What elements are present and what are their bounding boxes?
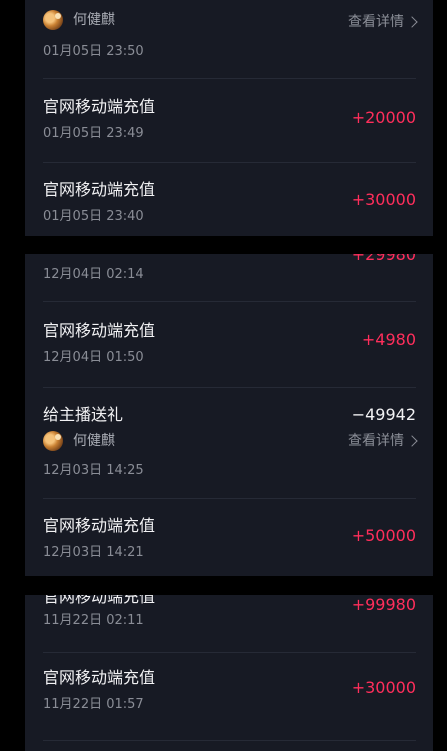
recipient-user[interactable]: 何健麒	[43, 10, 115, 30]
chevron-right-icon	[406, 16, 418, 28]
transaction-title: 给主播送礼	[43, 405, 124, 424]
transaction-amount: +20000	[351, 108, 416, 127]
transaction-amount: +4980	[361, 330, 416, 349]
transaction-amount: +30000	[351, 678, 416, 697]
transaction-date: 11月22日 02:11	[43, 613, 144, 628]
transaction-row[interactable]: 官网移动端充值 +20000 01月05日 23:49	[43, 79, 416, 163]
transaction-panel-2: +29980 12月04日 02:14 官网移动端充值 +4980 12月04日…	[25, 254, 433, 576]
transaction-amount: +29980	[352, 254, 416, 263]
transaction-title: 官网移动端充值	[43, 595, 156, 605]
view-details-label: 查看详情	[348, 14, 404, 30]
divider	[43, 740, 416, 741]
transaction-date: 11月22日 01:57	[43, 697, 144, 712]
recipient-user[interactable]: 何健麒	[43, 431, 115, 451]
transaction-row[interactable]: 官网移动端充值 +30000 11月22日 01:57	[43, 653, 416, 738]
transaction-panel-3: 官网移动端充值 +99980 11月22日 02:11 官网移动端充值 +300…	[25, 595, 433, 751]
gift-record[interactable]: 给主播送礼 −49942 何健麒 查看详情 12月03日 14:25	[43, 388, 418, 498]
transaction-amount: +30000	[351, 190, 416, 209]
transaction-row[interactable]: 官网移动端充值 +4980 12月04日 01:50	[43, 302, 416, 387]
transaction-date: 01月05日 23:50	[43, 44, 144, 59]
recipient-name: 何健麒	[73, 12, 115, 28]
transaction-amount: −49942	[351, 405, 416, 424]
avatar	[43, 10, 63, 30]
transaction-panel-1: 何健麒 查看详情 01月05日 23:50 官网移动端充值 +20000 01月…	[25, 0, 433, 236]
avatar	[43, 431, 63, 451]
chevron-right-icon	[406, 435, 418, 447]
transaction-title: 官网移动端充值	[43, 180, 156, 199]
transaction-date: 12月03日 14:25	[43, 463, 144, 478]
transaction-date: 12月04日 02:14	[43, 267, 144, 282]
gift-record-partial[interactable]: 何健麒 查看详情 01月05日 23:50	[43, 0, 418, 76]
transaction-row-partial[interactable]: 官网移动端充值 +99980 11月22日 02:11	[43, 595, 416, 651]
transaction-title: 官网移动端充值	[43, 668, 156, 687]
transaction-date: 01月05日 23:49	[43, 126, 144, 141]
recipient-name: 何健麒	[73, 433, 115, 449]
view-details-link[interactable]: 查看详情	[348, 12, 418, 32]
clipped-title-wrap: 官网移动端充值	[43, 595, 243, 605]
transaction-row-partial[interactable]: +29980 12月04日 02:14	[43, 254, 416, 300]
transaction-title: 官网移动端充值	[43, 516, 156, 535]
transaction-title: 官网移动端充值	[43, 97, 156, 116]
transaction-date: 12月04日 01:50	[43, 350, 144, 365]
clipped-amount-wrap: +29980	[296, 254, 416, 263]
view-details-link[interactable]: 查看详情	[348, 431, 418, 451]
transaction-amount: +99980	[351, 595, 416, 614]
transaction-amount: +50000	[351, 526, 416, 545]
transaction-row[interactable]: 官网移动端充值 +50000 12月03日 14:21	[43, 499, 416, 576]
transaction-date: 12月03日 14:21	[43, 545, 144, 560]
transaction-title: 官网移动端充值	[43, 321, 156, 340]
view-details-label: 查看详情	[348, 433, 404, 449]
transaction-date: 01月05日 23:40	[43, 209, 144, 224]
transaction-row[interactable]: 官网移动端充值 +30000 01月05日 23:40	[43, 163, 416, 236]
